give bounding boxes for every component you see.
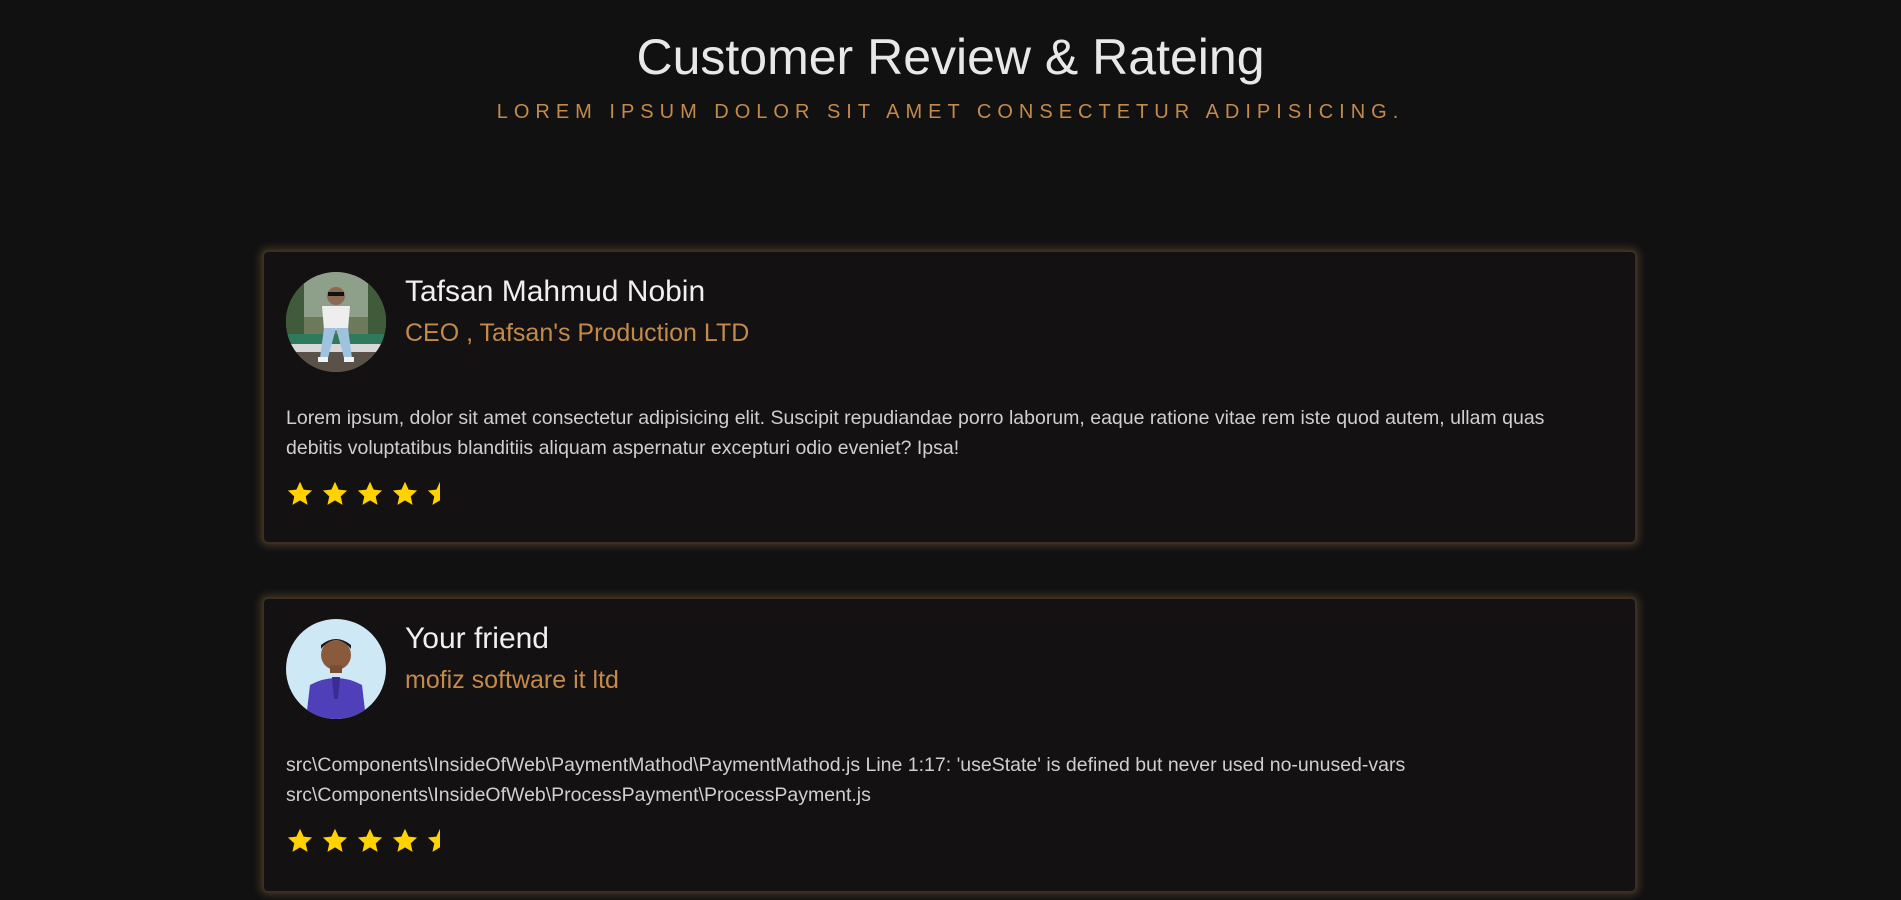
avatar: [286, 619, 386, 719]
page-header: Customer Review & Rateing LOREM IPSUM DO…: [0, 28, 1901, 124]
reviewer-info: Your friend mofiz software it ltd: [405, 619, 619, 695]
avatar: [286, 272, 386, 372]
reviewer-role: mofiz software it ltd: [405, 666, 619, 694]
reviewer-name: Your friend: [405, 622, 549, 655]
review-text: Lorem ipsum, dolor sit amet consectetur …: [286, 403, 1586, 463]
star-icon: [391, 827, 419, 855]
star-half-icon: [426, 827, 440, 855]
star-icon: [356, 480, 384, 508]
review-card: Your friend mofiz software it ltd src\Co…: [262, 597, 1637, 893]
review-text-line: Lorem ipsum, dolor sit amet consectetur …: [286, 407, 1545, 429]
reviewer-name: Tafsan Mahmud Nobin: [405, 275, 706, 308]
review-text-line: src\Components\InsideOfWeb\PaymentMathod…: [286, 754, 1406, 776]
star-half-icon: [426, 480, 440, 508]
rating-stars: [286, 826, 1613, 856]
star-icon: [321, 480, 349, 508]
reviewer-info: Tafsan Mahmud Nobin CEO , Tafsan's Produ…: [405, 272, 749, 348]
review-page: Customer Review & Rateing LOREM IPSUM DO…: [0, 0, 1901, 900]
star-icon: [391, 480, 419, 508]
review-card: Tafsan Mahmud Nobin CEO , Tafsan's Produ…: [262, 250, 1637, 544]
star-icon: [356, 827, 384, 855]
reviewer-role: CEO , Tafsan's Production LTD: [405, 319, 750, 347]
review-card-header: Tafsan Mahmud Nobin CEO , Tafsan's Produ…: [286, 272, 1613, 372]
review-text-line: debitis voluptatibus blanditiis aliquam …: [286, 437, 960, 459]
page-title: Customer Review & Rateing: [636, 29, 1265, 85]
star-icon: [321, 827, 349, 855]
star-icon: [286, 480, 314, 508]
review-text-line: src\Components\InsideOfWeb\ProcessPaymen…: [286, 784, 871, 806]
star-icon: [286, 827, 314, 855]
review-card-header: Your friend mofiz software it ltd: [286, 619, 1613, 719]
review-text: src\Components\InsideOfWeb\PaymentMathod…: [286, 750, 1586, 810]
rating-stars: [286, 479, 1613, 509]
page-subtitle: LOREM IPSUM DOLOR SIT AMET CONSECTETUR A…: [496, 101, 1405, 123]
